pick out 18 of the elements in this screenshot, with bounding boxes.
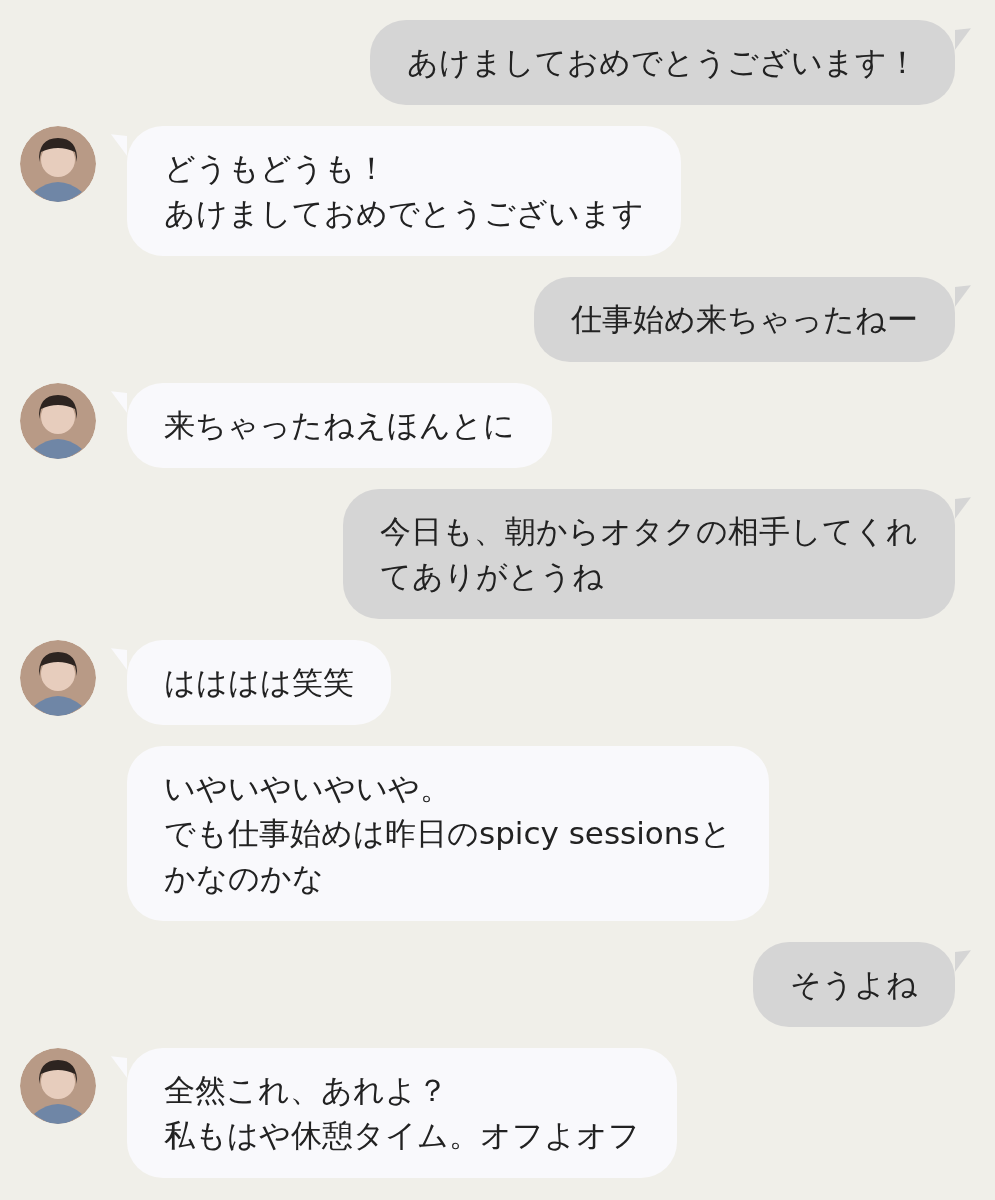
message-text: 私もはや休憩タイム。オフよオフ — [164, 1116, 640, 1155]
message-text: てありがとうね — [380, 557, 604, 596]
message-text: はははは笑笑 — [164, 663, 354, 702]
message-text: あけましておめでとうございます — [164, 194, 644, 233]
message-text: かなのかな — [164, 859, 324, 898]
message-text: 全然これ、あれよ？ — [164, 1071, 448, 1110]
message-text: あけましておめでとうございます！ — [407, 43, 918, 82]
message-text: いやいやいやいや。 — [164, 769, 451, 808]
avatar[interactable] — [20, 1048, 96, 1124]
avatar[interactable] — [20, 126, 96, 202]
avatar[interactable] — [20, 383, 96, 459]
message-text: そうよね — [790, 965, 918, 1004]
avatar[interactable] — [20, 640, 96, 716]
message-text: 仕事始め来ちゃったねー — [571, 300, 918, 339]
message-text: 来ちゃったねえほんとに — [164, 406, 515, 445]
message-text: どうもどうも！ — [164, 149, 387, 188]
message-text: でも仕事始めは昨日のspicy sessionsと — [164, 814, 732, 853]
message-text: 今日も、朝からオタクの相手してくれ — [380, 512, 918, 551]
